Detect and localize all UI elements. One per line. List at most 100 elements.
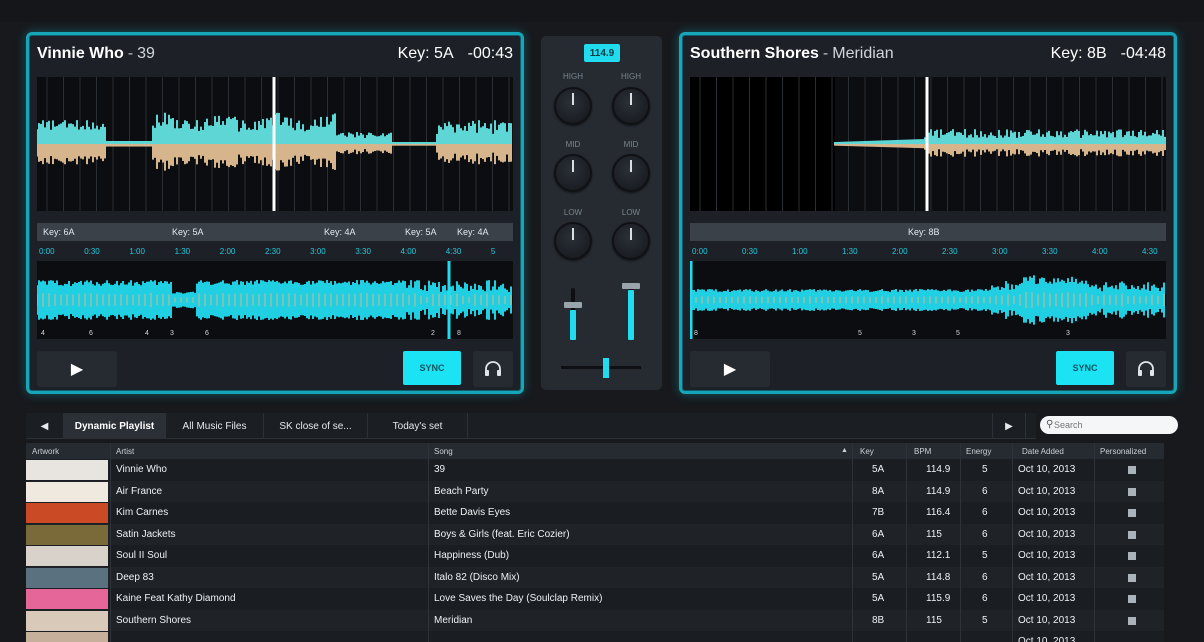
row-key: 6A (872, 528, 885, 540)
time-tick: 3:00 (310, 247, 326, 256)
volume-fader-a-handle[interactable] (564, 302, 582, 308)
table-row[interactable]: Kim Carnes Bette Davis Eyes 7B 116.4 6 Oct 10… (26, 502, 1164, 524)
row-bpm: 115 (926, 528, 942, 540)
row-date-added: Oct 10, 2013 (1018, 464, 1076, 475)
col-key[interactable]: Key (860, 447, 874, 456)
row-artist: Vinnie Who (116, 464, 167, 475)
deck-b-headphones-button[interactable] (1126, 351, 1166, 387)
eq-label-high-a: HIGH (563, 72, 583, 81)
deck-b: Southern Shores - Meridian Key: 8B -04:48 K… (679, 32, 1177, 394)
eq-label-high-b: HIGH (621, 72, 641, 81)
track-artwork (26, 460, 108, 480)
mixer: 114.9 HIGH HIGH MID MID LOW LOW (541, 36, 662, 390)
col-energy[interactable]: Energy (966, 447, 991, 456)
beat-number: 3 (1066, 330, 1070, 337)
row-song: 39 (434, 464, 446, 475)
table-row[interactable]: Soul II Soul Happiness (Dub) 6A 112.1 5 Oct 1… (26, 545, 1164, 567)
deck-a-sync-button[interactable]: SYNC (403, 351, 461, 385)
time-tick: 0:30 (84, 247, 100, 256)
time-tick: 4:00 (400, 247, 417, 256)
volume-fader-b-handle[interactable] (622, 283, 640, 289)
row-energy: 5 (982, 464, 988, 475)
table-row[interactable]: Oct 10, 2013 (26, 631, 1164, 642)
track-artwork (26, 632, 108, 642)
row-artist: Southern Shores (116, 614, 192, 626)
col-song[interactable]: Song (434, 447, 453, 456)
time-tick: 2:00 (219, 247, 236, 256)
table-row[interactable]: Air France Beach Party 8A 114.9 6 Oct 10, 201… (26, 480, 1164, 502)
crossfader-handle[interactable] (603, 358, 609, 378)
time-tick: 4:00 (1092, 247, 1108, 256)
track-artwork (26, 567, 108, 588)
sort-up-icon: ▲ (841, 447, 848, 454)
deck-a-keybar: Key: 6A Key: 5A Key: 4A Key: 5A Key: 4A (37, 223, 513, 241)
row-energy: 5 (982, 614, 988, 626)
mid-knob-a[interactable] (554, 154, 592, 192)
col-artwork[interactable]: Artwork (32, 447, 59, 456)
top-strip (0, 0, 1204, 22)
waveform-unloaded (690, 77, 835, 211)
row-date-added: Oct 10, 2013 (1018, 571, 1076, 583)
low-knob-b[interactable] (612, 222, 650, 260)
time-tick: 3:30 (355, 247, 371, 256)
deck-a-waveform[interactable] (37, 77, 513, 211)
row-song: Happiness (Dub) (434, 550, 510, 561)
row-song: Bette Davis Eyes (434, 507, 511, 518)
col-artist[interactable]: Artist (116, 447, 134, 456)
deck-b-keybar: Key: 8B (690, 223, 1166, 241)
row-date-added: Oct 10, 2013 (1018, 550, 1076, 561)
time-tick: 3:30 (1042, 247, 1058, 256)
dj-app: { "deck_a": { "artist": "Vinnie Who", "s… (0, 0, 1204, 642)
deck-a-key: Key: 5A (397, 45, 454, 62)
deck-a-play-button[interactable]: ▶ (37, 351, 117, 387)
search-input[interactable] (1040, 416, 1178, 434)
deck-b-artist: Southern Shores (690, 45, 819, 62)
tab-dynamic-playlist[interactable]: Dynamic Playlist (64, 413, 166, 439)
mid-knob-b[interactable] (612, 154, 650, 192)
track-artwork (26, 503, 108, 523)
high-knob-b[interactable] (612, 87, 650, 125)
deck-b-overview[interactable]: 8 5 3 5 3 (690, 261, 1166, 339)
deck-a-separator: - (127, 45, 134, 62)
time-tick: 1:00 (129, 247, 145, 256)
deck-b-play-button[interactable]: ▶ (690, 351, 770, 387)
row-bpm: 112.1 (926, 550, 951, 561)
bpm-display[interactable]: 114.9 (584, 44, 620, 62)
deck-a-headphones-button[interactable] (473, 351, 513, 387)
tab-sk-close[interactable]: SK close of se... (264, 413, 368, 439)
deck-b-time: -04:48 (1120, 45, 1166, 62)
tab-all-music-files[interactable]: All Music Files (166, 413, 264, 439)
track-artwork (26, 589, 108, 609)
col-date-added[interactable]: Date Added (1022, 447, 1064, 456)
crossfader[interactable] (561, 366, 641, 369)
deck-b-header: Southern Shores - Meridian Key: 8B -04:48 (690, 45, 1166, 69)
personalized-icon (1128, 509, 1136, 517)
tabs-next-button[interactable]: ▶ (992, 413, 1026, 439)
tab-todays-set[interactable]: Today's set (368, 413, 468, 439)
beat-number: 3 (912, 330, 916, 337)
table-row[interactable]: Southern Shores Meridian 8B 115 5 Oct 10, 201… (26, 609, 1164, 631)
deck-a-overview[interactable]: 4 6 4 3 6 2 8 (37, 261, 513, 339)
row-artist: Satin Jackets (116, 528, 176, 540)
high-knob-a[interactable] (554, 87, 592, 125)
time-tick: 4:30 (445, 247, 462, 256)
deck-b-waveform[interactable] (690, 77, 1166, 211)
col-bpm[interactable]: BPM (914, 447, 931, 456)
track-artwork (26, 481, 108, 502)
table-row[interactable]: Vinnie Who 39 5A 114.9 5 Oct 10, 2013 (26, 459, 1164, 481)
row-energy: 6 (982, 485, 988, 497)
key-marker: Key: 5A (172, 227, 204, 237)
col-personalized[interactable]: Personalized (1100, 447, 1146, 456)
table-row[interactable]: Deep 83 Italo 82 (Disco Mix) 5A 114.8 6 Oct 1… (26, 566, 1164, 588)
deck-a: Vinnie Who -39 Key: 5A -00:43 Key: 6A Key: … (26, 32, 524, 394)
row-bpm: 114.9 (926, 464, 951, 475)
deck-b-sync-button[interactable]: SYNC (1056, 351, 1114, 385)
beat-number: 3 (170, 330, 174, 337)
tabs-prev-button[interactable]: ◀ (26, 413, 64, 439)
row-date-added: Oct 10, 2013 (1018, 614, 1076, 626)
deck-a-artist: Vinnie Who (37, 45, 124, 62)
row-artist: Kaine Feat Kathy Diamond (116, 593, 236, 604)
table-row[interactable]: Kaine Feat Kathy Diamond Love Saves the D… (26, 588, 1164, 610)
low-knob-a[interactable] (554, 222, 592, 260)
table-row[interactable]: Satin Jackets Boys & Girls (feat. Eric Co… (26, 523, 1164, 545)
